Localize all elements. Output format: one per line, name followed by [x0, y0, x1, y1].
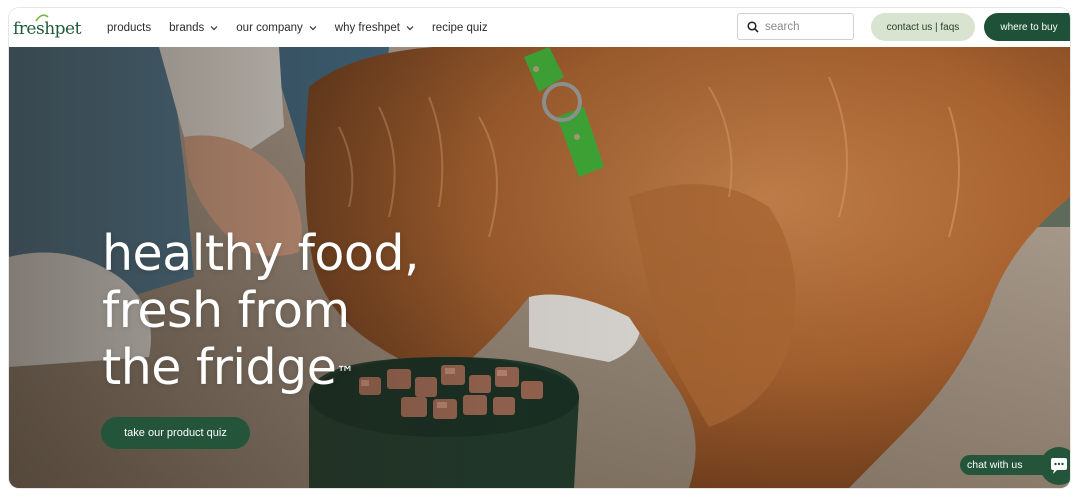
search-icon — [747, 20, 759, 33]
chat-label: chat with us — [960, 455, 1052, 475]
headline-line-1: healthy food, — [102, 225, 420, 282]
speech-bubble-icon — [1051, 458, 1067, 474]
logo-wordmark: freshpet — [13, 19, 81, 39]
nav-item-brands[interactable]: brands — [169, 22, 218, 34]
chevron-down-icon — [309, 25, 317, 30]
nav-item-recipe-quiz[interactable]: recipe quiz — [432, 22, 488, 34]
nav-item-label: why freshpet — [334, 21, 400, 34]
nav-item-our-company[interactable]: our company — [236, 21, 317, 34]
nav-item-label: our company — [236, 21, 303, 34]
product-quiz-button[interactable]: take our product quiz — [101, 417, 250, 449]
chat-bubble-icon[interactable] — [1040, 447, 1070, 485]
hero-headline: healthy food, fresh from the fridge™ — [102, 225, 420, 396]
search-input[interactable] — [765, 20, 845, 33]
where-to-buy-button[interactable]: where to buy — [984, 13, 1070, 41]
headline-line-3: the fridge™ — [102, 339, 419, 396]
hero-banner: healthy food, fresh from the fridge™ tak… — [9, 47, 1070, 488]
chevron-down-icon — [406, 25, 414, 30]
chat-widget[interactable]: chat with us — [960, 447, 1070, 485]
main-menu: products brands our company why freshpet… — [107, 8, 506, 47]
page-frame: freshpet products brands our company why… — [9, 8, 1070, 488]
trademark-symbol: ™ — [336, 363, 354, 384]
nav-item-label: brands — [169, 21, 205, 34]
contact-faqs-button[interactable]: contact us | faqs — [871, 13, 975, 41]
freshpet-logo[interactable]: freshpet — [13, 14, 81, 40]
nav-item-why-freshpet[interactable]: why freshpet — [335, 22, 414, 34]
search-box[interactable] — [737, 13, 854, 40]
chevron-down-icon — [210, 25, 218, 30]
nav-item-label: recipe quiz — [431, 21, 488, 34]
headline-line-3-text: the fridge — [102, 339, 337, 396]
top-navigation: freshpet products brands our company why… — [9, 8, 1070, 47]
headline-line-2: fresh from — [102, 282, 350, 339]
nav-item-products[interactable]: products — [107, 22, 151, 34]
nav-item-label: products — [107, 21, 152, 34]
